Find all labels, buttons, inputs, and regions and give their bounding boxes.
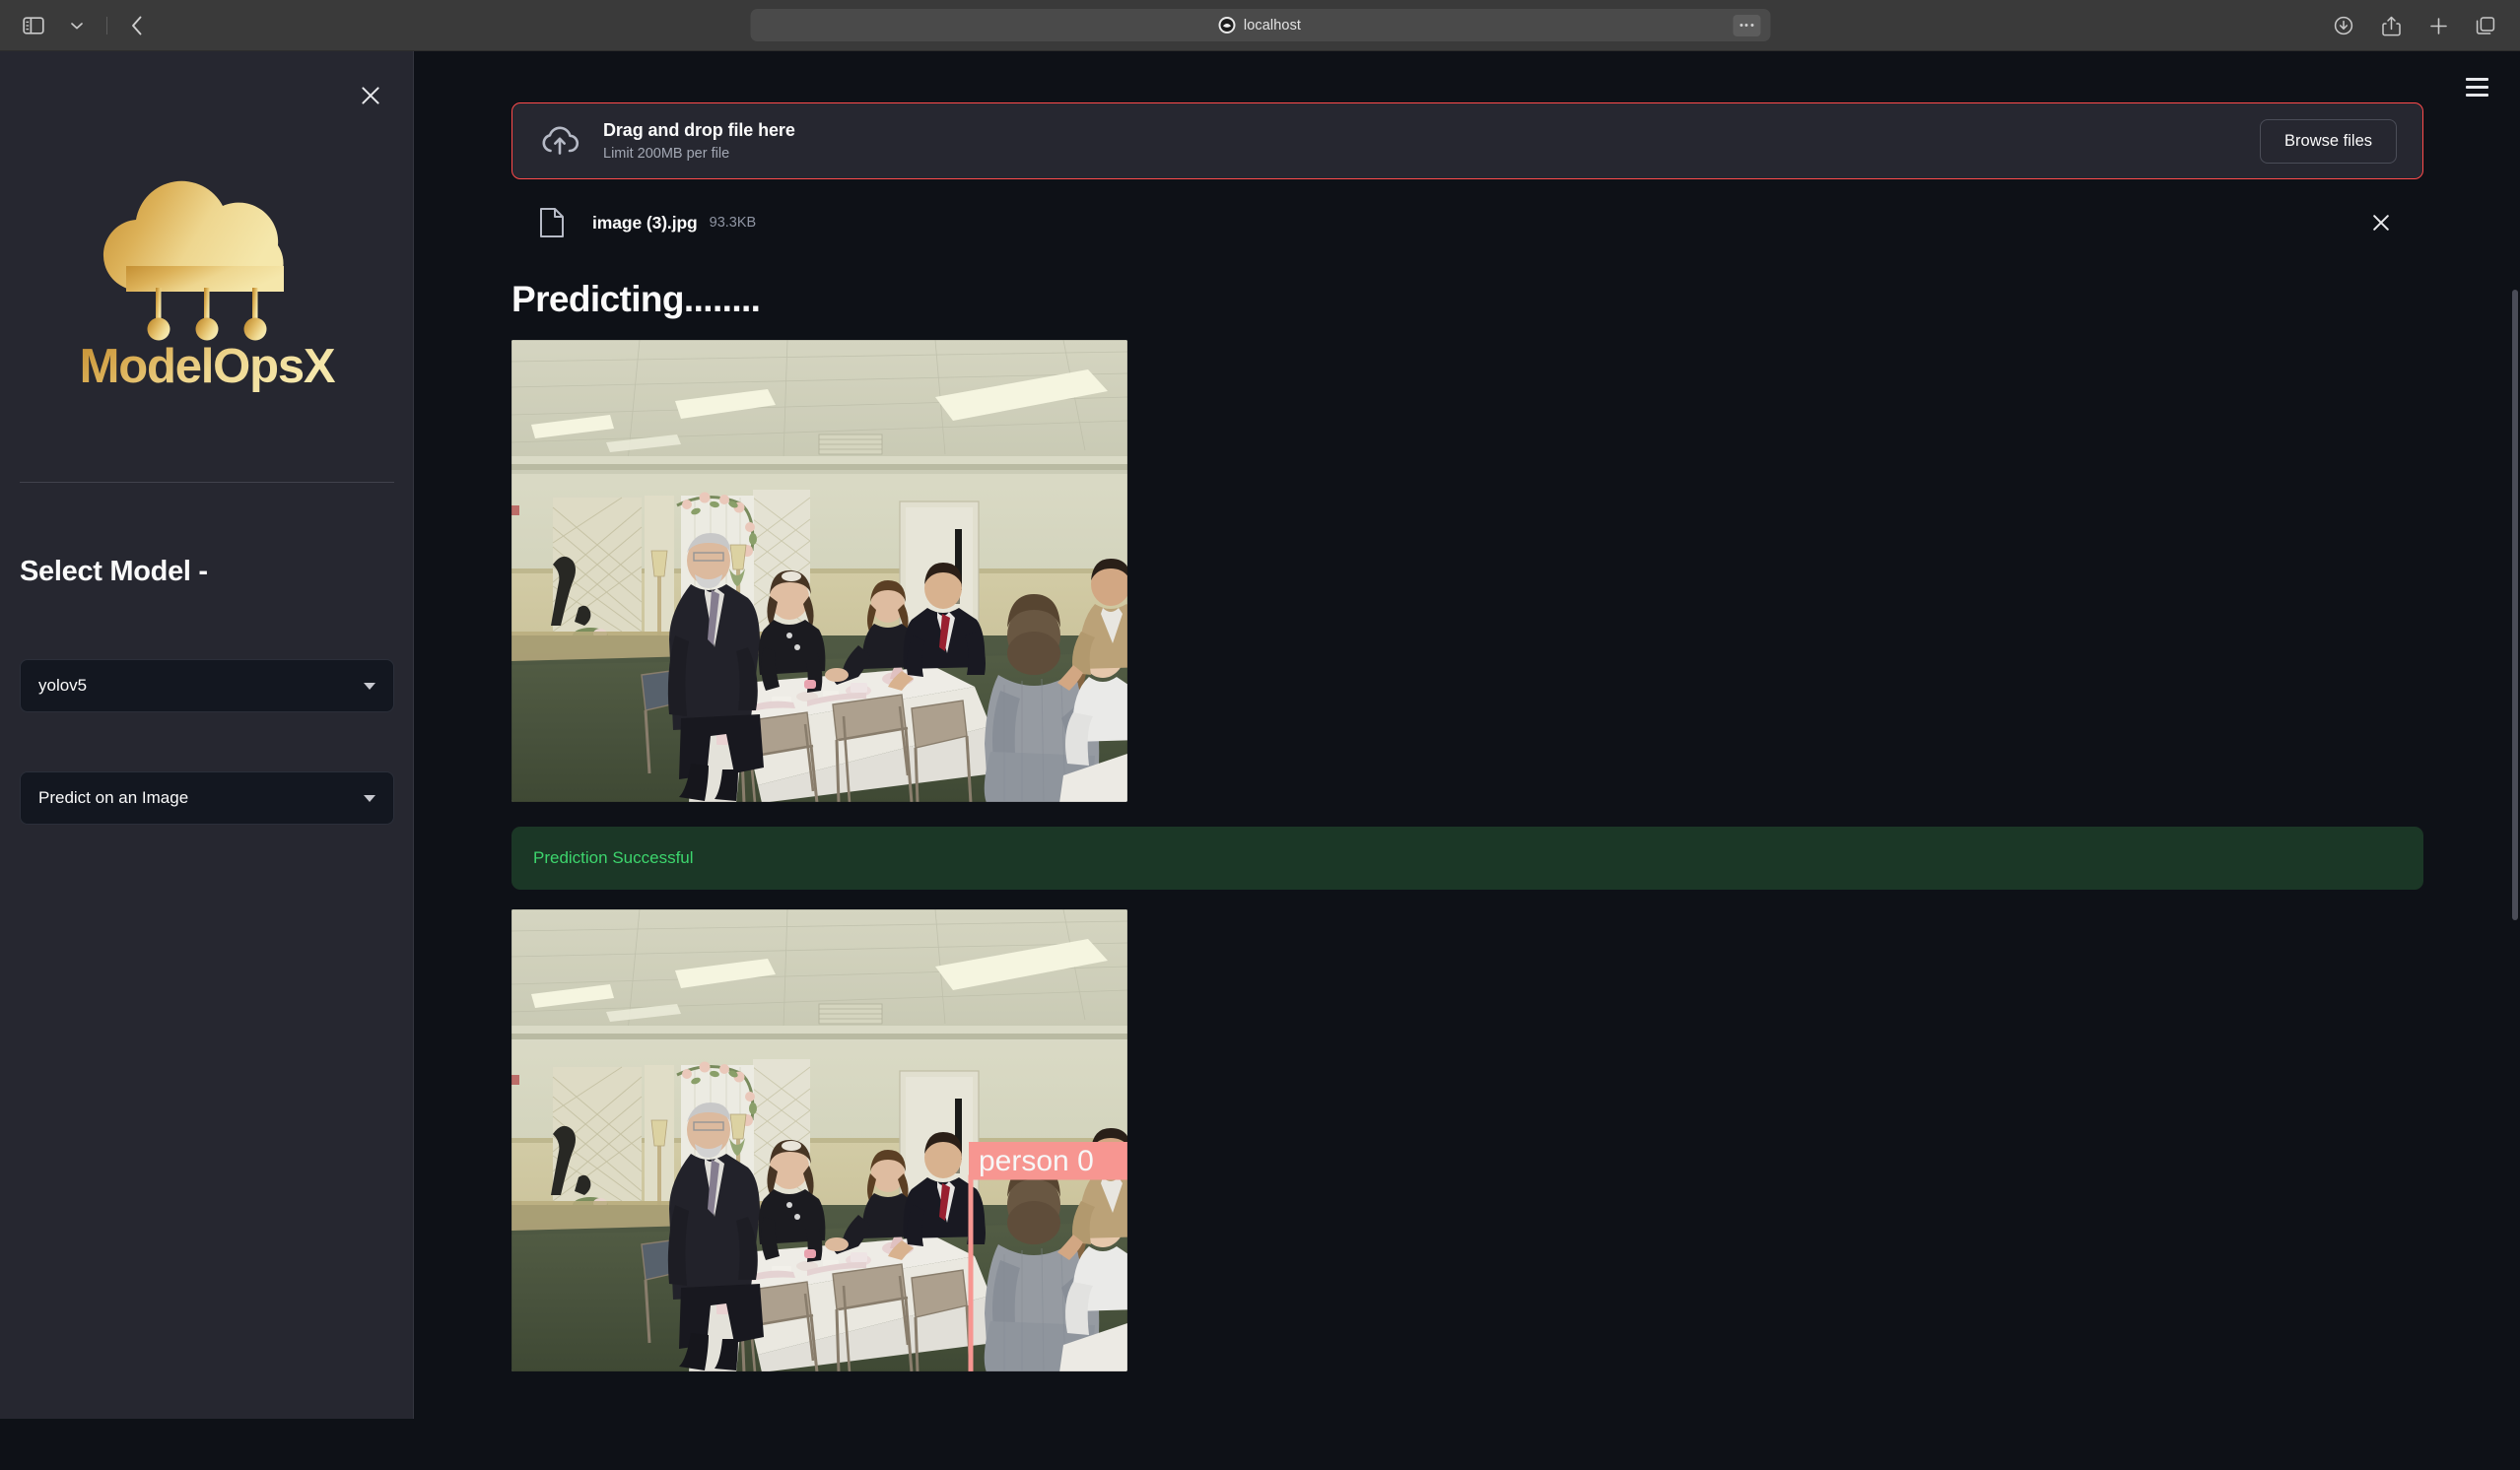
prediction-status-heading: Predicting........: [511, 279, 761, 319]
site-favicon-icon: [1218, 17, 1236, 33]
page-scrollbar[interactable]: [2510, 102, 2520, 1470]
app-logo: ModelOpsX: [0, 140, 414, 396]
cloud-nodes-logo-icon: ModelOpsX: [80, 180, 337, 393]
cloud-upload-glyph: [542, 126, 579, 155]
uploader-title: Drag and drop file here: [603, 120, 795, 140]
address-bar-more-button[interactable]: [1733, 14, 1760, 36]
downloads-button[interactable]: [2325, 9, 2362, 42]
browser-nav-controls: [0, 9, 157, 42]
uploader-limit-text: Limit 200MB per file: [603, 146, 730, 162]
plus-icon: [2429, 17, 2447, 34]
chrome-divider: [106, 16, 107, 34]
annotated-image: person 0: [511, 909, 1127, 1371]
sidebar: ModelOpsX Select Model - yolov5 Predict …: [0, 51, 414, 1419]
content-column: Drag and drop file here Limit 200MB per …: [511, 102, 2423, 1371]
tab-group-dropdown-button[interactable]: [57, 9, 97, 42]
file-uploader-dropzone[interactable]: Drag and drop file here Limit 200MB per …: [511, 102, 2423, 179]
browse-files-button[interactable]: Browse files: [2260, 118, 2397, 164]
share-button[interactable]: [2372, 9, 2410, 42]
ellipsis-dot: [1744, 24, 1748, 27]
uploaded-file-row: image (3).jpg 93.3KB: [511, 194, 2423, 251]
uploader-texts: Drag and drop file here Limit 200MB per …: [603, 120, 795, 162]
hamburger-line: [2465, 93, 2488, 97]
chevron-down-icon: [364, 682, 375, 690]
logo-wordmark: ModelOpsX: [80, 340, 336, 393]
favicon-glyph: [1220, 19, 1234, 32]
sidebar-section-title: Select Model -: [20, 556, 208, 587]
file-document-glyph: [540, 208, 564, 237]
browser-chrome: localhost: [0, 0, 2520, 51]
address-bar-content: localhost: [1218, 17, 1302, 33]
chevron-left-icon: [132, 16, 142, 34]
browser-toolbar-right: [2325, 0, 2504, 51]
back-button[interactable]: [117, 9, 157, 42]
address-bar[interactable]: localhost: [750, 9, 1770, 41]
hamburger-line: [2465, 85, 2488, 89]
alert-message: Prediction Successful: [533, 848, 694, 867]
download-icon: [2334, 16, 2353, 35]
file-document-icon: [537, 206, 567, 239]
scrollbar-thumb[interactable]: [2512, 290, 2518, 920]
model-select-dropdown[interactable]: yolov5: [20, 659, 394, 712]
sidebar-divider: [20, 482, 394, 483]
app-menu-button[interactable]: [2457, 67, 2496, 106]
original-image-container: [511, 340, 1127, 802]
streamlit-app: ModelOpsX Select Model - yolov5 Predict …: [0, 51, 2520, 1419]
close-icon: [2373, 215, 2389, 231]
close-icon: [362, 87, 379, 104]
sidebar-toggle-icon: [23, 16, 44, 34]
uploaded-file-size: 93.3KB: [709, 215, 757, 231]
uploaded-file-name: image (3).jpg: [592, 212, 698, 233]
tabs-overview-icon: [2476, 17, 2495, 34]
hamburger-line: [2465, 77, 2488, 81]
chevron-down-icon: [364, 794, 375, 802]
sidebar-close-button[interactable]: [354, 79, 387, 112]
annotated-image-container: person 0: [511, 909, 1127, 1371]
model-select-value: yolov5: [38, 676, 88, 695]
ellipsis-dot: [1750, 24, 1753, 27]
chevron-down-icon: [71, 22, 83, 29]
share-icon: [2381, 16, 2401, 35]
address-bar-url: localhost: [1243, 17, 1302, 33]
prediction-success-alert: Prediction Successful: [511, 827, 2423, 890]
task-select-dropdown[interactable]: Predict on an Image: [20, 771, 394, 825]
remove-file-button[interactable]: [2364, 206, 2398, 239]
tabs-overview-button[interactable]: [2467, 9, 2504, 42]
task-select-value: Predict on an Image: [38, 788, 189, 807]
original-image: [511, 340, 1127, 802]
address-bar-container: localhost: [750, 9, 1770, 41]
sidebar-toggle-button[interactable]: [14, 9, 53, 42]
cloud-upload-icon: [538, 119, 581, 163]
ellipsis-dot: [1739, 24, 1742, 27]
new-tab-button[interactable]: [2419, 9, 2457, 42]
main-content: Drag and drop file here Limit 200MB per …: [414, 51, 2520, 1419]
